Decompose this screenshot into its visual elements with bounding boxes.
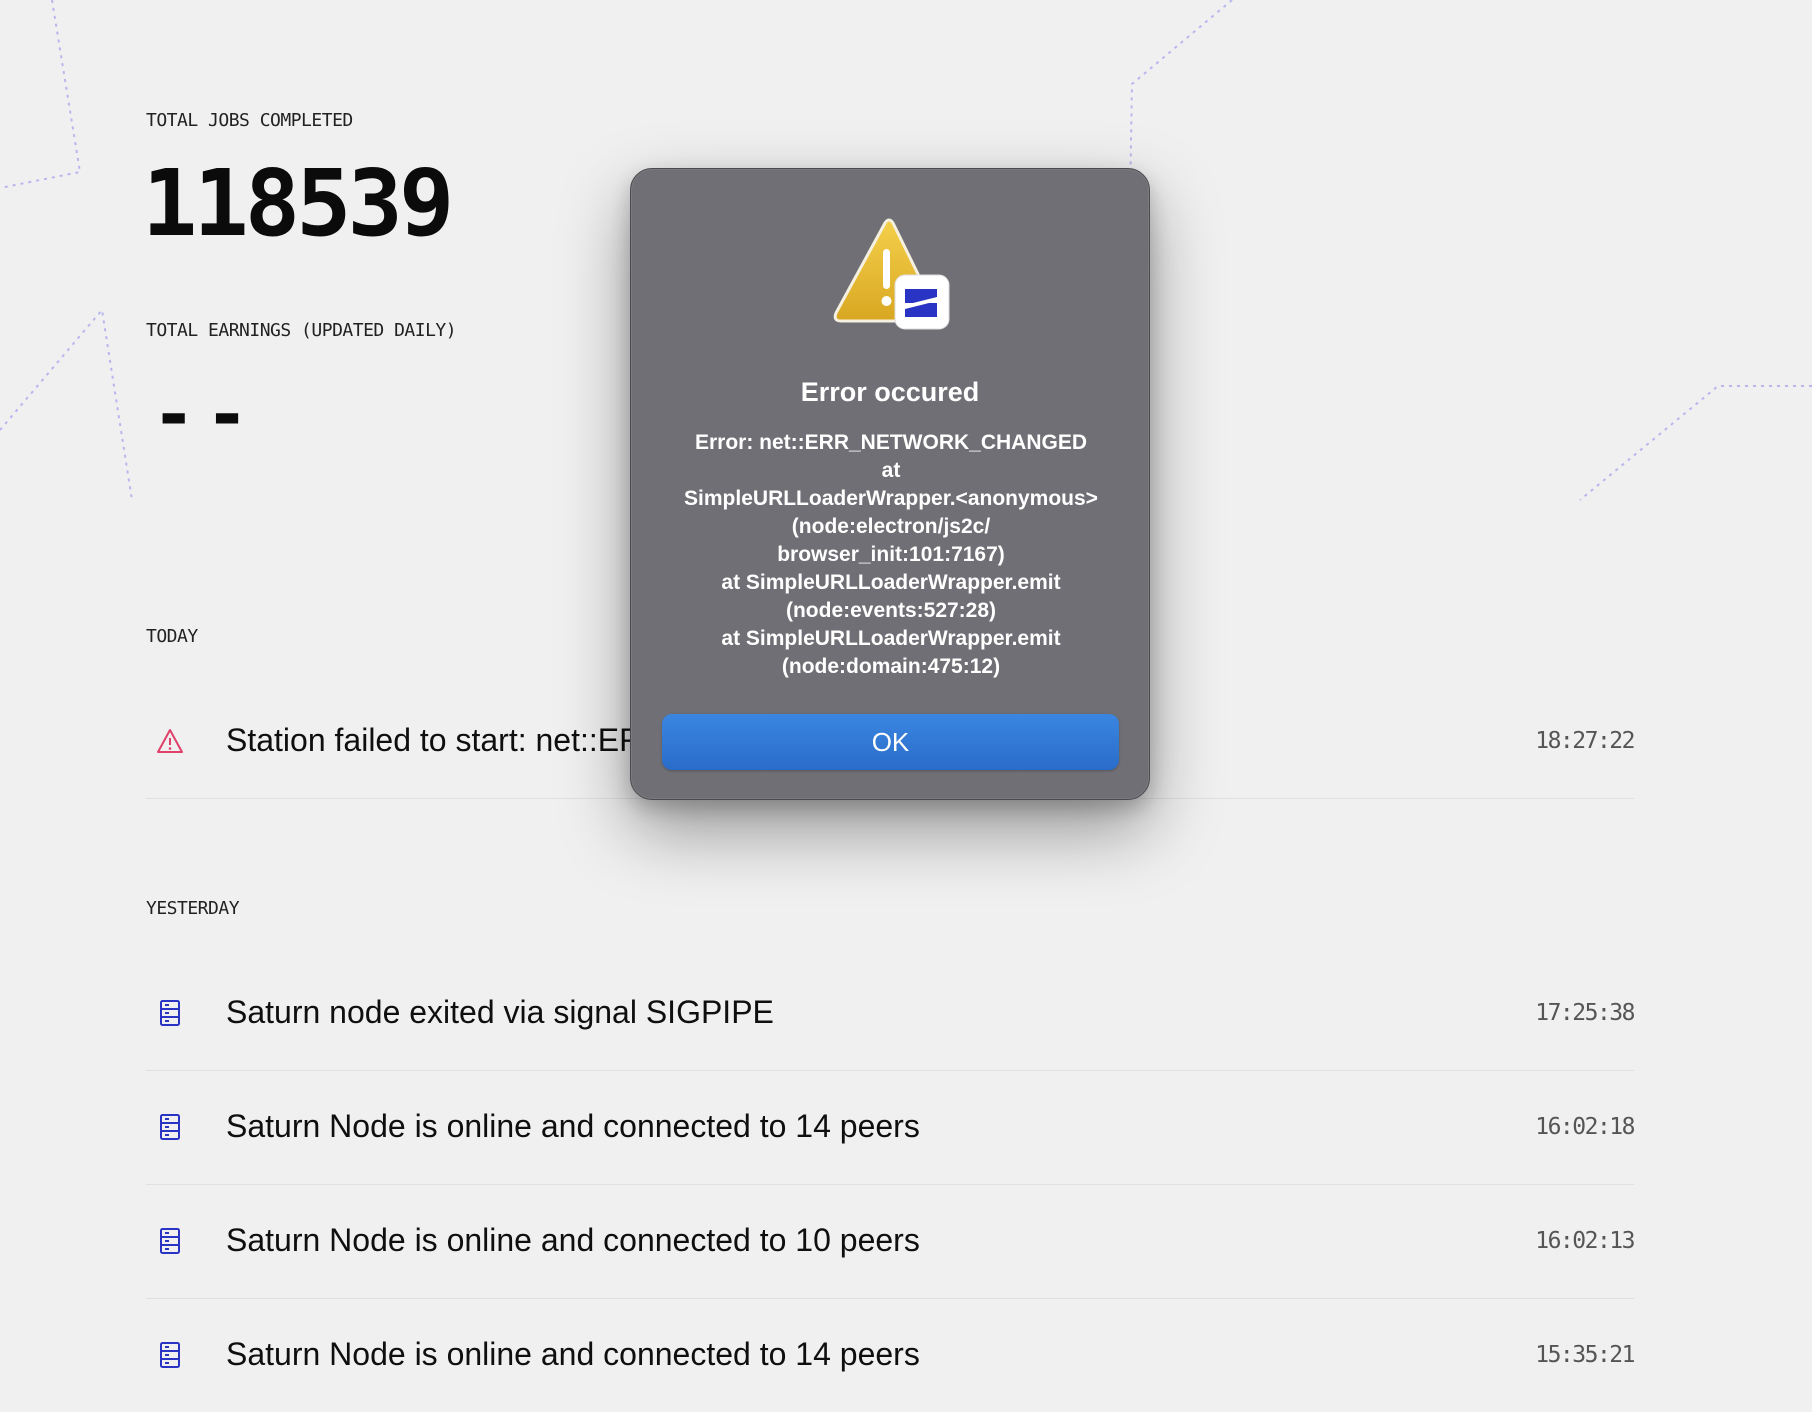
activity-time: 16:02:18 [1535,1114,1635,1140]
activity-time: 17:25:38 [1535,1000,1635,1026]
activity-row: Saturn node exited via signal SIGPIPE 17… [146,956,1635,1071]
message-line: (node:electron/js2c/ [791,515,991,538]
total-earnings-label: TOTAL EARNINGS (UPDATED DAILY) [146,320,457,341]
activity-text: Saturn Node is online and connected to 1… [226,1336,920,1372]
dialog-message: Error: net::ERR_NETWORK_CHANGED at Simpl… [661,429,1121,681]
dialog-title: Error occured [800,377,980,407]
message-line: SimpleURLLoaderWrapper.<anonymous> [684,487,1098,510]
activity-text: Saturn Node is online and connected to 1… [226,1222,920,1258]
section-yesterday-label: YESTERDAY [146,898,240,919]
warning-app-icon [833,218,950,330]
message-line: Error: net::ERR_NETWORK_CHANGED [694,431,1088,454]
activity-row: Saturn Node is online and connected to 1… [146,1298,1635,1412]
server-icon [160,1000,180,1026]
activity-row: Saturn Node is online and connected to 1… [146,1070,1635,1185]
activity-time: 16:02:13 [1535,1228,1635,1254]
total-jobs-label: TOTAL JOBS COMPLETED [146,110,353,131]
message-line: at SimpleURLLoaderWrapper.emit [721,627,1061,650]
activity-time: 15:35:21 [1535,1342,1635,1368]
total-earnings-value: -- [152,372,259,456]
server-icon [160,1342,180,1368]
total-jobs-value: 118539 [142,150,454,257]
message-line: browser_init:101:7167) [777,543,1005,566]
server-icon [160,1114,180,1140]
message-line: at [881,459,901,482]
warning-icon [157,729,183,753]
error-dialog: Error occured Error: net::ERR_NETWORK_CH… [630,168,1150,800]
message-line: at SimpleURLLoaderWrapper.emit [721,571,1061,594]
ok-button[interactable]: OK [662,714,1119,770]
message-line: (node:domain:475:12) [781,655,1001,678]
activity-text: Saturn node exited via signal SIGPIPE [226,994,774,1030]
message-line: (node:events:527:28) [785,599,997,622]
activity-text: Saturn Node is online and connected to 1… [226,1108,920,1144]
section-today-label: TODAY [146,626,198,647]
server-icon [160,1228,180,1254]
activity-row: Saturn Node is online and connected to 1… [146,1184,1635,1299]
activity-time: 18:27:22 [1535,728,1635,754]
